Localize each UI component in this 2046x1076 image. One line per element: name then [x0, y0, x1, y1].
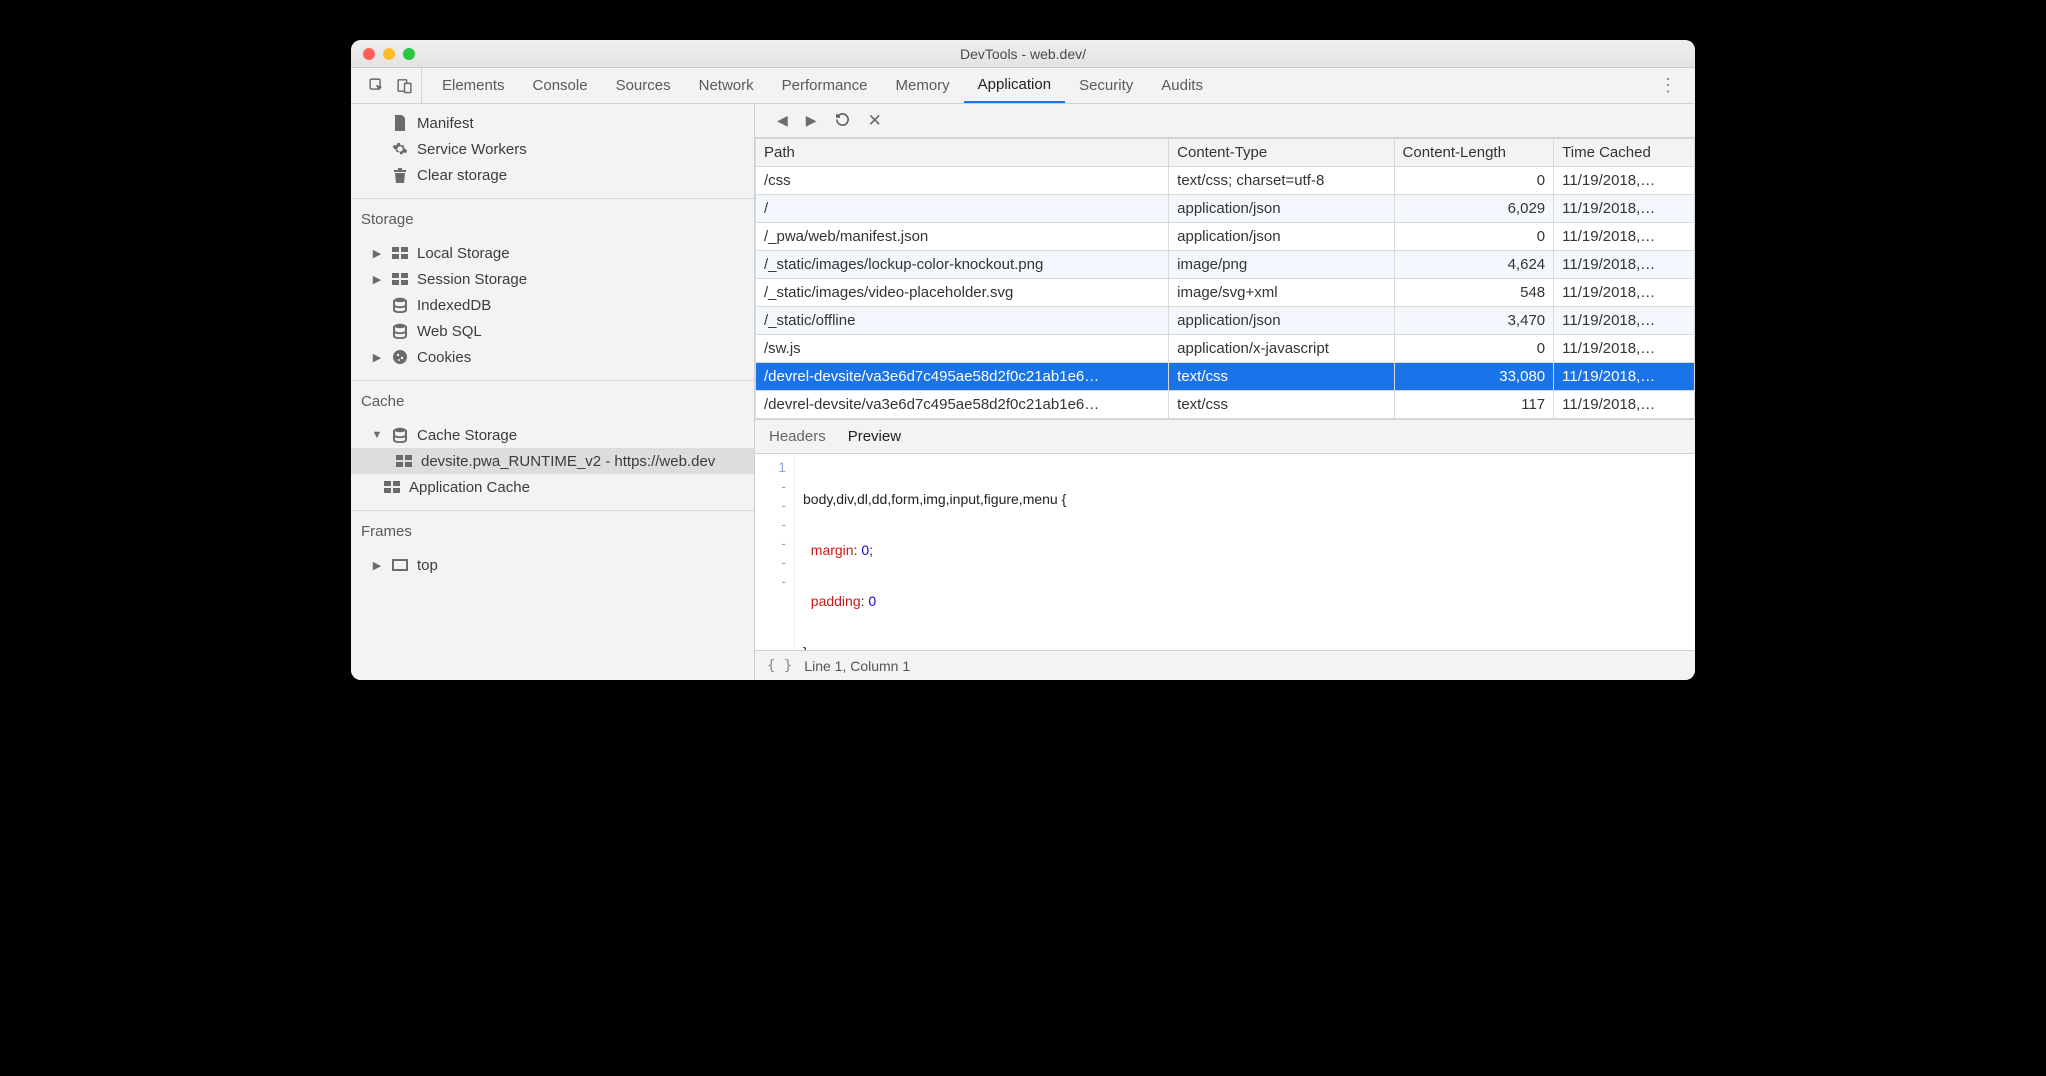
db-icon [391, 296, 409, 314]
sidebar-item-label: Clear storage [417, 167, 507, 184]
table-row[interactable]: /devrel-devsite/va3e6d7c495ae58d2f0c21ab… [756, 363, 1695, 391]
sidebar-item-label: Session Storage [417, 271, 527, 288]
sidebar-header-storage: Storage [351, 203, 754, 234]
sidebar-item-clear-storage[interactable]: Clear storage [351, 162, 754, 188]
col-content-type[interactable]: Content-Type [1169, 139, 1394, 167]
tab-security[interactable]: Security [1065, 68, 1147, 103]
format-icon[interactable]: { } [767, 658, 792, 674]
cookie-icon [391, 348, 409, 366]
caret-down-icon: ▼ [371, 429, 383, 441]
grid-icon [391, 244, 409, 262]
device-toggle-icon[interactable] [395, 77, 413, 95]
sidebar-item-service-workers[interactable]: Service Workers [351, 136, 754, 162]
table-row[interactable]: /_static/images/lockup-color-knockout.pn… [756, 251, 1695, 279]
sidebar-item-cache-entry[interactable]: devsite.pwa_RUNTIME_v2 - https://web.dev [351, 448, 754, 474]
sidebar-item-application-cache[interactable]: Application Cache [351, 474, 754, 500]
sidebar-item-indexeddb[interactable]: IndexedDB [351, 292, 754, 318]
sidebar-item-label: Service Workers [417, 141, 527, 158]
table-row[interactable]: /sw.jsapplication/x-javascript011/19/201… [756, 335, 1695, 363]
sidebar-item-websql[interactable]: Web SQL [351, 318, 754, 344]
table-row[interactable]: /_static/offlineapplication/json3,47011/… [756, 307, 1695, 335]
tab-performance[interactable]: Performance [768, 68, 882, 103]
caret-right-icon: ▶ [371, 351, 383, 364]
tab-elements[interactable]: Elements [428, 68, 519, 103]
sidebar-item-frames-top[interactable]: ▶ top [351, 552, 754, 578]
sidebar-item-label: Web SQL [417, 323, 482, 340]
table-row[interactable]: /application/json6,02911/19/2018,… [756, 195, 1695, 223]
caret-right-icon: ▶ [371, 273, 383, 286]
tab-network[interactable]: Network [685, 68, 768, 103]
table-row[interactable]: /_pwa/web/manifest.jsonapplication/json0… [756, 223, 1695, 251]
col-time-cached[interactable]: Time Cached [1554, 139, 1695, 167]
tab-application[interactable]: Application [964, 68, 1065, 103]
sidebar-item-local-storage[interactable]: ▶ Local Storage [351, 240, 754, 266]
col-content-length[interactable]: Content-Length [1394, 139, 1554, 167]
prev-button-icon[interactable]: ◀ [777, 112, 788, 129]
caret-right-icon: ▶ [371, 247, 383, 260]
sidebar-item-label: Application Cache [409, 479, 530, 496]
next-button-icon[interactable]: ▶ [806, 112, 817, 129]
frame-icon [391, 556, 409, 574]
css-preview: 1 - - - - - - body,div,dl,dd,form,img,in… [755, 454, 1695, 650]
sidebar-item-manifest[interactable]: Manifest [351, 110, 754, 136]
cursor-position: Line 1, Column 1 [804, 658, 910, 674]
col-path[interactable]: Path [756, 139, 1169, 167]
tab-memory[interactable]: Memory [882, 68, 964, 103]
titlebar: DevTools - web.dev/ [351, 40, 1695, 68]
cache-entries-table: Path Content-Type Content-Length Time Ca… [755, 138, 1695, 419]
table-row[interactable]: /_static/images/video-placeholder.svgima… [756, 279, 1695, 307]
cache-storage-panel: ◀ ▶ ✕ Path Content-Type Content-Length T [755, 104, 1695, 680]
code-content[interactable]: body,div,dl,dd,form,img,input,figure,men… [795, 454, 1695, 650]
file-icon [391, 114, 409, 132]
status-bar: { } Line 1, Column 1 [755, 650, 1695, 680]
sidebar-item-cache-storage[interactable]: ▼ Cache Storage [351, 422, 754, 448]
cache-toolbar: ◀ ▶ ✕ [755, 104, 1695, 138]
tab-console[interactable]: Console [519, 68, 602, 103]
sidebar-item-label: devsite.pwa_RUNTIME_v2 - https://web.dev [421, 453, 715, 470]
caret-right-icon: ▶ [371, 559, 383, 572]
grid-icon [391, 270, 409, 288]
sidebar-item-label: IndexedDB [417, 297, 491, 314]
inspect-element-icon[interactable] [367, 77, 385, 95]
sidebar-header-cache: Cache [351, 385, 754, 416]
sidebar-item-label: Manifest [417, 115, 474, 132]
tab-sources[interactable]: Sources [602, 68, 685, 103]
sidebar-item-label: Cookies [417, 349, 471, 366]
trash-icon [391, 166, 409, 184]
gear-icon [391, 140, 409, 158]
tab-audits[interactable]: Audits [1147, 68, 1217, 103]
code-gutter: 1 - - - - - - [755, 454, 795, 650]
sidebar-item-session-storage[interactable]: ▶ Session Storage [351, 266, 754, 292]
application-sidebar: Manifest Service Workers Clear storage S… [351, 104, 755, 680]
sidebar-item-label: Local Storage [417, 245, 510, 262]
subtab-preview[interactable]: Preview [848, 428, 901, 445]
panel-tabs: Elements Console Sources Network Perform… [428, 68, 1217, 103]
panel-tabs-row: Elements Console Sources Network Perform… [351, 68, 1695, 104]
delete-icon[interactable]: ✕ [868, 111, 882, 131]
sidebar-item-label: Cache Storage [417, 427, 517, 444]
db-icon [391, 322, 409, 340]
grid-icon [395, 452, 413, 470]
preview-subtabs: Headers Preview [755, 420, 1695, 454]
window-title: DevTools - web.dev/ [351, 46, 1695, 62]
sidebar-item-cookies[interactable]: ▶ Cookies [351, 344, 754, 370]
grid-icon [383, 478, 401, 496]
db-icon [391, 426, 409, 444]
subtab-headers[interactable]: Headers [769, 428, 826, 445]
table-row[interactable]: /devrel-devsite/va3e6d7c495ae58d2f0c21ab… [756, 391, 1695, 419]
table-row[interactable]: /csstext/css; charset=utf-8011/19/2018,… [756, 167, 1695, 195]
devtools-window: DevTools - web.dev/ Elements Console Sou… [351, 40, 1695, 680]
sidebar-header-frames: Frames [351, 515, 754, 546]
sidebar-item-label: top [417, 557, 438, 574]
more-menu-icon[interactable]: ⋮ [1659, 75, 1677, 95]
refresh-icon[interactable] [835, 112, 850, 130]
